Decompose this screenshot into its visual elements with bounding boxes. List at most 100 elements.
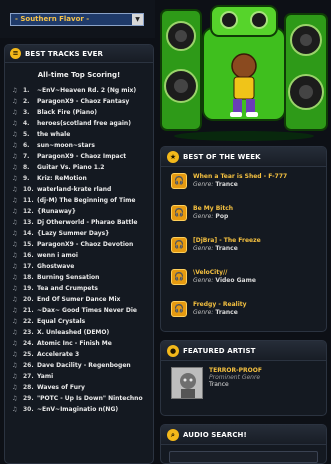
artist-avatar[interactable] [171, 367, 203, 399]
headphones-icon[interactable]: 🎧 [171, 173, 187, 189]
week-item-title[interactable]: \VeloCity// [193, 269, 256, 277]
track-item[interactable]: ♫ 22. Equal Crystals [12, 316, 153, 327]
track-item[interactable]: ♫ 10. waterland-krate rland [12, 184, 153, 195]
track-title[interactable]: ParagonX9 - Chaoz Impact [37, 153, 126, 160]
track-title[interactable]: Burning Sensation [37, 274, 99, 281]
track-title[interactable]: the whale [37, 131, 70, 138]
track-rank: 30. [23, 406, 34, 413]
track-title[interactable]: ~Dax~ Good Times Never Die [37, 307, 137, 314]
music-note-icon: ♫ [12, 252, 18, 259]
audio-search-heading: AUDIO SEARCH! [183, 430, 247, 439]
track-title[interactable]: Guitar Vs. Piano 1.2 [37, 164, 104, 171]
track-title[interactable]: Tea and Crumpets [37, 285, 98, 292]
track-rank: 21. [23, 307, 34, 314]
track-item[interactable]: ♫ 4. heroes(scotland free again) [12, 118, 153, 129]
track-item[interactable]: ♫ 2. ParagonX9 - Chaoz Fantasy [12, 96, 153, 107]
track-title[interactable]: Kriz: ReMotion [37, 175, 87, 182]
track-title[interactable]: {Lazy Summer Days} [37, 230, 109, 237]
track-rank: 5. [23, 131, 30, 138]
track-rank: 4. [23, 120, 30, 127]
track-item[interactable]: ♫ 3. Black Fire (Piano) [12, 107, 153, 118]
track-title[interactable]: Accelerate 3 [37, 351, 79, 358]
week-item-title[interactable]: Fredgy - Reality [193, 301, 247, 309]
featured-artist-header: ● FEATURED ARTIST [161, 341, 326, 361]
track-item[interactable]: ♫ 19. Tea and Crumpets [12, 283, 153, 294]
track-title[interactable]: "POTC - Up Is Down" Nintechno [37, 395, 143, 402]
music-note-icon: ♫ [12, 406, 18, 413]
week-item[interactable]: 🎧 Be My Bitch Genre: Pop [161, 199, 326, 231]
chevron-down-icon[interactable]: ▼ [132, 14, 143, 25]
track-item[interactable]: ♫ 14. {Lazy Summer Days} [12, 228, 153, 239]
track-item[interactable]: ♫ 16. wenn i amoi [12, 250, 153, 261]
track-item[interactable]: ♫ 24. Atomic Inc - Finish Me [12, 338, 153, 349]
track-title[interactable]: ParagonX9 - Chaoz Devotion [37, 241, 133, 248]
track-rank: 6. [23, 142, 30, 149]
track-item[interactable]: ♫ 5. the whale [12, 129, 153, 140]
track-title[interactable]: ParagonX9 - Chaoz Fantasy [37, 98, 129, 105]
artist-name[interactable]: TERROR-PROOF [209, 367, 262, 374]
headphones-icon[interactable]: 🎧 [171, 205, 187, 221]
track-item[interactable]: ♫ 27. Yami [12, 371, 153, 382]
music-note-icon: ♫ [12, 362, 18, 369]
track-item[interactable]: ♫ 30. ~EnV~Imaginatio n(NG) [12, 404, 153, 415]
track-title[interactable]: sun~moon~stars [37, 142, 95, 149]
week-item[interactable]: 🎧 [DjBra] - The Freeze Genre: Trance [161, 231, 326, 263]
track-item[interactable]: ♫ 29. "POTC - Up Is Down" Nintechno [12, 393, 153, 404]
track-rank: 29. [23, 395, 34, 402]
track-item[interactable]: ♫ 9. Kriz: ReMotion [12, 173, 153, 184]
track-item[interactable]: ♫ 1. ~EnV~Heaven Rd. 2 (Ng mix) [12, 85, 153, 96]
track-title[interactable]: {Runaway} [37, 208, 76, 215]
audio-search-input[interactable] [169, 451, 318, 463]
track-item[interactable]: ♫ 12. {Runaway} [12, 206, 153, 217]
music-note-icon: ♫ [12, 329, 18, 336]
headphones-icon[interactable]: 🎧 [171, 237, 187, 253]
track-title[interactable]: Black Fire (Piano) [37, 109, 97, 116]
track-item[interactable]: ♫ 15. ParagonX9 - Chaoz Devotion [12, 239, 153, 250]
week-item[interactable]: 🎧 \VeloCity//Genre: Video Game [161, 263, 326, 295]
track-item[interactable]: ♫ 18. Burning Sensation [12, 272, 153, 283]
track-item[interactable]: ♫ 17. Ghostwave [12, 261, 153, 272]
week-item[interactable]: 🎧 Fredgy - Reality Genre: Trance [161, 295, 326, 327]
headphones-icon[interactable]: 🎧 [171, 301, 187, 317]
track-title[interactable]: (dj-M) The Beginning of Time [37, 197, 135, 204]
track-item[interactable]: ♫ 7. ParagonX9 - Chaoz Impact [12, 151, 153, 162]
week-item-title[interactable]: When a Tear is Shed - F-777 [193, 173, 287, 181]
search-icon: ⌕ [167, 428, 179, 441]
track-title[interactable]: heroes(scotland free again) [37, 120, 131, 127]
headphones-icon[interactable]: 🎧 [171, 269, 187, 285]
week-item-title[interactable]: [DjBra] - The Freeze [193, 237, 261, 245]
track-title[interactable]: Atomic Inc - Finish Me [37, 340, 112, 347]
track-title[interactable]: Waves of Fury [37, 384, 85, 391]
track-title[interactable]: Dj Otherworld - Pharao Battle [37, 219, 137, 226]
track-item[interactable]: ♫ 8. Guitar Vs. Piano 1.2 [12, 162, 153, 173]
genre-select[interactable]: - Southern Flavor - ▼ [10, 13, 144, 26]
track-item[interactable]: ♫ 26. Dave Dacility - Regenbogen [12, 360, 153, 371]
track-title[interactable]: End Of Sumer Dance Mix [37, 296, 120, 303]
track-title[interactable]: waterland-krate rland [37, 186, 111, 193]
track-rank: 19. [23, 285, 34, 292]
track-title[interactable]: X. Unleashed (DEMO) [37, 329, 109, 336]
track-title[interactable]: ~EnV~Heaven Rd. 2 (Ng mix) [37, 87, 136, 94]
track-item[interactable]: ♫ 23. X. Unleashed (DEMO) [12, 327, 153, 338]
track-item[interactable]: ♫ 21. ~Dax~ Good Times Never Die [12, 305, 153, 316]
track-title[interactable]: Yami [37, 373, 53, 380]
track-item[interactable]: ♫ 25. Accelerate 3 [12, 349, 153, 360]
track-title[interactable]: wenn i amoi [37, 252, 78, 259]
music-note-icon: ♫ [12, 285, 18, 292]
track-item[interactable]: ♫ 20. End Of Sumer Dance Mix [12, 294, 153, 305]
track-item[interactable]: ♫ 6. sun~moon~stars [12, 140, 153, 151]
week-item-genre-value: Pop [215, 213, 229, 220]
week-item-title[interactable]: Be My Bitch [193, 205, 233, 213]
artist-avatar-image [172, 368, 202, 398]
track-item[interactable]: ♫ 11. (dj-M) The Beginning of Time [12, 195, 153, 206]
music-note-icon: ♫ [12, 274, 18, 281]
week-item[interactable]: 🎧 When a Tear is Shed - F-777 Genre: Tranc… [161, 167, 326, 199]
track-title[interactable]: Ghostwave [37, 263, 74, 270]
track-item[interactable]: ♫ 13. Dj Otherworld - Pharao Battle [12, 217, 153, 228]
track-title[interactable]: ~EnV~Imaginatio n(NG) [37, 406, 118, 413]
track-item[interactable]: ♫ 28. Waves of Fury [12, 382, 153, 393]
track-title[interactable]: Equal Crystals [37, 318, 85, 325]
music-note-icon: ♫ [12, 318, 18, 325]
track-rank: 18. [23, 274, 34, 281]
track-title[interactable]: Dave Dacility - Regenbogen [37, 362, 131, 369]
